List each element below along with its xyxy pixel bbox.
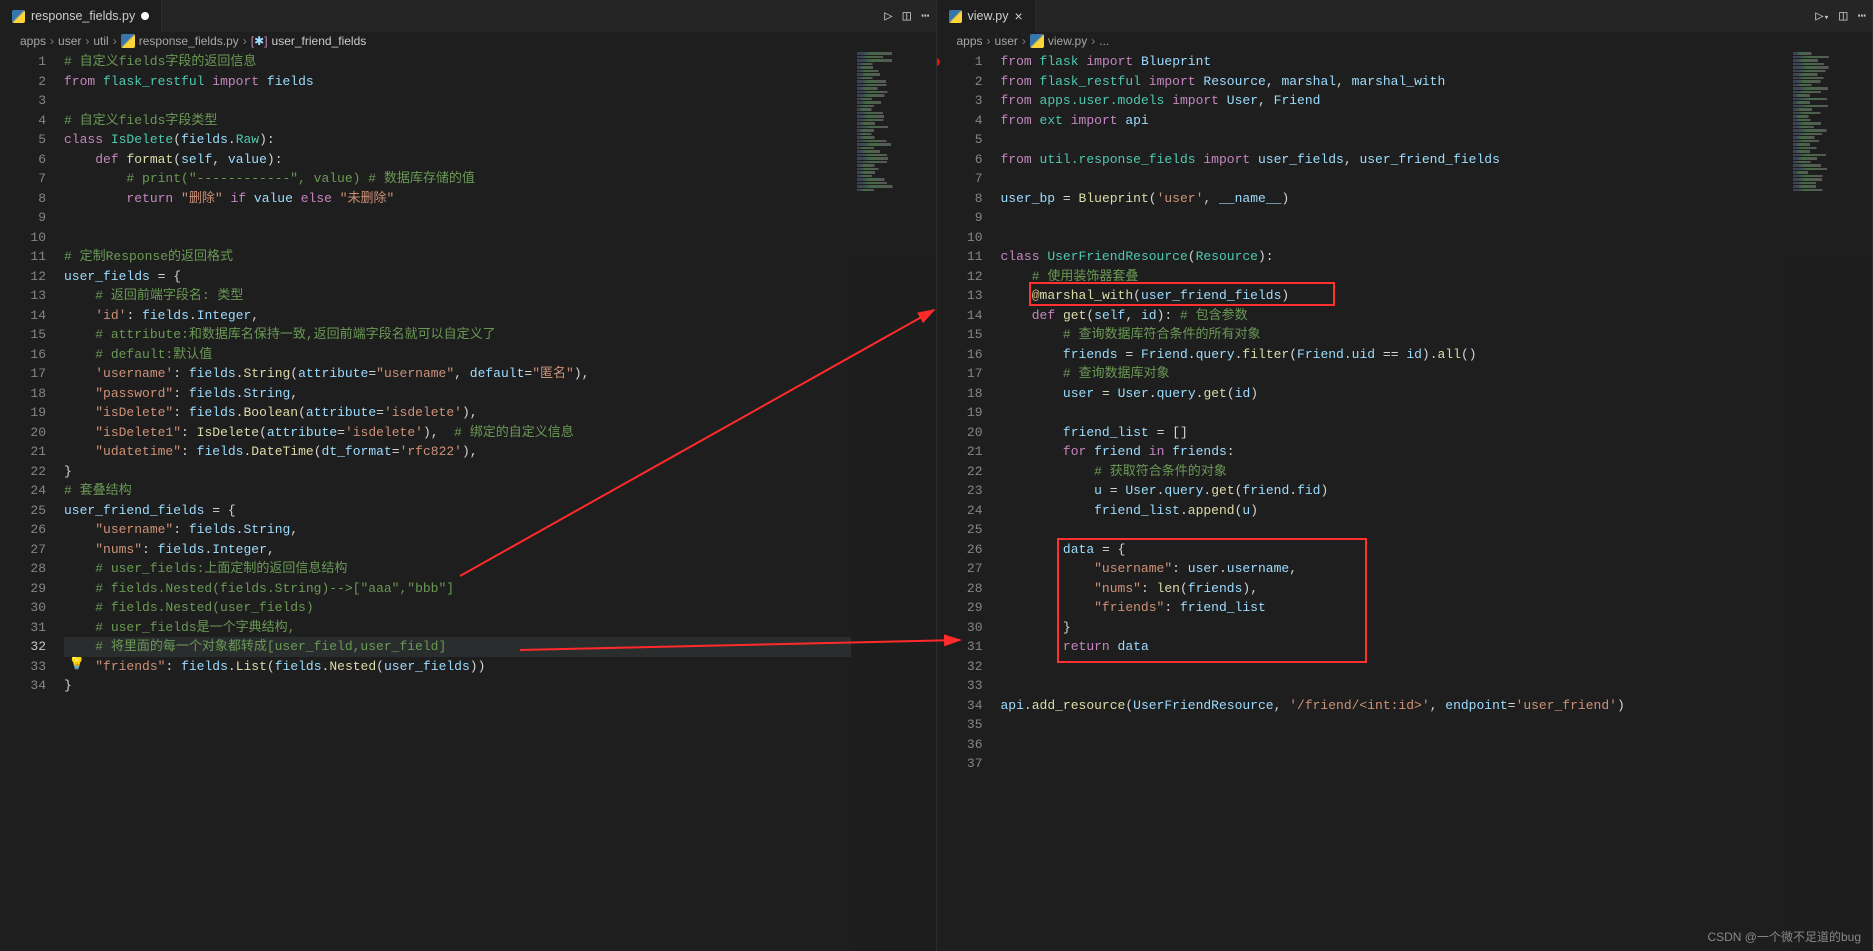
tab-bar-left: response_fields.py ▷ ◫ ⋯ bbox=[0, 0, 936, 32]
close-icon[interactable]: × bbox=[1015, 8, 1023, 24]
minimap[interactable] bbox=[851, 50, 936, 951]
python-icon bbox=[1030, 34, 1044, 48]
line-gutter: 1234567891011121314151617181920212223242… bbox=[937, 50, 1001, 951]
more-icon[interactable]: ⋯ bbox=[921, 8, 929, 25]
breadcrumb-left[interactable]: apps› user› util› response_fields.py› [✱… bbox=[0, 32, 936, 50]
breadcrumb-right[interactable]: apps› user› view.py› ... bbox=[937, 32, 1873, 50]
editor-left[interactable]: 1234567891011121314151617181920212224252… bbox=[0, 50, 936, 951]
left-editor-pane: response_fields.py ▷ ◫ ⋯ apps› user› uti… bbox=[0, 0, 937, 951]
tab-actions-left: ▷ ◫ ⋯ bbox=[884, 8, 929, 25]
editor-workspace: response_fields.py ▷ ◫ ⋯ apps› user› uti… bbox=[0, 0, 1873, 951]
tab-response-fields[interactable]: response_fields.py bbox=[0, 0, 162, 32]
watermark: CSDN @一个微不足道的bug bbox=[1707, 928, 1861, 945]
run-icon[interactable]: ▷ bbox=[884, 8, 892, 25]
more-icon[interactable]: ⋯ bbox=[1858, 8, 1866, 25]
crumb[interactable]: user bbox=[58, 34, 81, 48]
crumb[interactable]: ... bbox=[1099, 34, 1109, 48]
python-icon bbox=[949, 10, 962, 23]
split-icon[interactable]: ◫ bbox=[903, 8, 911, 25]
python-icon bbox=[121, 34, 135, 48]
minimap[interactable] bbox=[1787, 50, 1872, 951]
python-icon bbox=[12, 10, 25, 23]
crumb[interactable]: response_fields.py bbox=[139, 34, 239, 48]
crumb[interactable]: user_friend_fields bbox=[272, 34, 367, 48]
editor-right[interactable]: 1234567891011121314151617181920212223242… bbox=[937, 50, 1873, 951]
run-icon[interactable]: ▷▾ bbox=[1815, 8, 1829, 25]
tab-bar-right: view.py × ▷▾ ◫ ⋯ bbox=[937, 0, 1873, 32]
modified-dot-icon bbox=[141, 12, 149, 20]
crumb[interactable]: util bbox=[93, 34, 108, 48]
crumb[interactable]: user bbox=[995, 34, 1018, 48]
tab-actions-right: ▷▾ ◫ ⋯ bbox=[1815, 8, 1866, 25]
code-area[interactable]: from flask import Blueprintfrom flask_re… bbox=[1001, 50, 1788, 951]
crumb[interactable]: apps bbox=[20, 34, 46, 48]
line-gutter: 1234567891011121314151617181920212224252… bbox=[0, 50, 64, 951]
tab-title: response_fields.py bbox=[31, 9, 135, 23]
crumb[interactable]: view.py bbox=[1048, 34, 1087, 48]
tab-title: view.py bbox=[968, 9, 1009, 23]
crumb[interactable]: apps bbox=[957, 34, 983, 48]
split-icon[interactable]: ◫ bbox=[1839, 8, 1847, 25]
right-editor-pane: view.py × ▷▾ ◫ ⋯ apps› user› view.py› ..… bbox=[937, 0, 1873, 951]
code-area[interactable]: # 自定义fields字段的返回信息from flask_restful imp… bbox=[64, 50, 851, 951]
tab-view[interactable]: view.py × bbox=[937, 0, 1036, 32]
